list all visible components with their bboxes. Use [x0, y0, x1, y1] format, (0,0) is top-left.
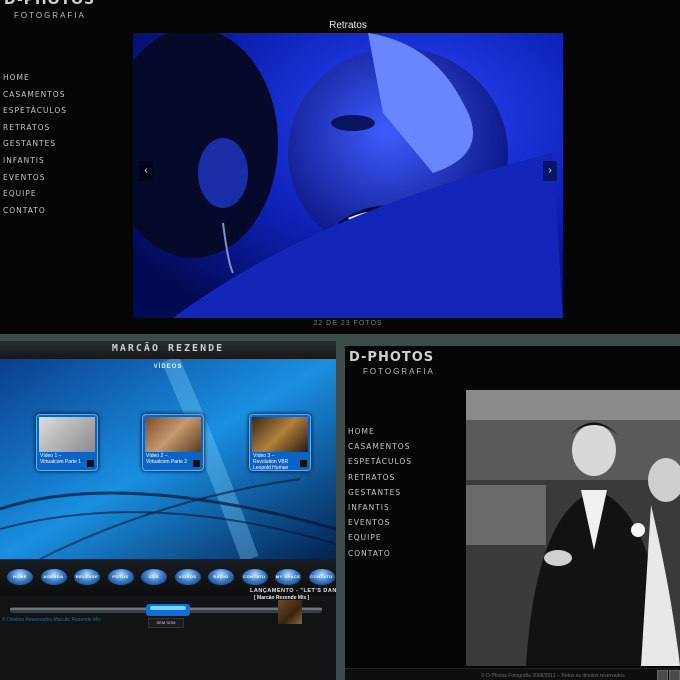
nav-button-label: RÁDIO: [213, 574, 229, 579]
nav-button-label: VÍDEOS: [178, 574, 197, 579]
menu-item[interactable]: CONTATO: [348, 546, 412, 561]
play-icon: [300, 460, 307, 467]
nav-button-label: AGENDA: [43, 574, 64, 579]
nav-button-label: CDS: [149, 574, 159, 579]
menu-icon[interactable]: [669, 670, 680, 680]
bottom-site-panel: D-PHOTOS FOTOGRAFIA HOME CASAMENTOS ESPETÁ…: [345, 346, 680, 680]
play-icon: [193, 460, 200, 467]
site-logo[interactable]: D-PHOTOS: [4, 0, 95, 8]
videos-section-label: VÍDEOS: [153, 364, 183, 370]
nav-button[interactable]: AGENDA: [39, 568, 68, 586]
menu-item[interactable]: RETRATOS: [348, 470, 412, 485]
nav-button[interactable]: CONTATO: [307, 568, 336, 586]
video-caption: Vídeo 3 – Revolution VBR Leopold Human: [253, 453, 289, 471]
nav-button-label: CONTATO: [310, 574, 333, 579]
wedding-photo-image: [466, 390, 680, 666]
menu-item[interactable]: EVENTOS: [3, 170, 67, 187]
release-title: LANÇAMENTO - "LET'S DANCE" - 08: [250, 588, 336, 594]
nav-button[interactable]: HOME: [6, 568, 34, 586]
fullscreen-icon[interactable]: [657, 670, 668, 680]
menu-item[interactable]: EQUIPE: [3, 186, 67, 203]
nav-button[interactable]: FOTOS: [106, 568, 135, 586]
site-logo-subtitle: FOTOGRAFIA: [363, 367, 435, 376]
menu-item[interactable]: HOME: [3, 70, 67, 87]
nav-button[interactable]: RELEASE: [73, 568, 101, 586]
nav-button-label: CONTATO: [243, 574, 266, 579]
video-thumb-1[interactable]: Vídeo 1 – Virtualcom Parte 1: [36, 414, 98, 471]
video-caption: Vídeo 1 – Virtualcom Parte 1: [40, 453, 82, 465]
nav-button-label: MY SPACE: [275, 574, 301, 579]
next-photo-button[interactable]: ›: [543, 161, 557, 181]
nav-button[interactable]: CONTATO: [240, 568, 269, 586]
album-cover[interactable]: [278, 600, 302, 624]
portrait-photo-image: [133, 33, 563, 318]
gallery-photo[interactable]: [466, 390, 680, 666]
nav-button[interactable]: VÍDEOS: [173, 568, 202, 586]
video-thumb-3[interactable]: Vídeo 3 – Revolution VBR Leopold Human: [249, 414, 311, 471]
menu-item[interactable]: HOME: [348, 424, 412, 439]
nav-button-label: FOTOS: [112, 574, 129, 579]
nav-button[interactable]: MY SPACE: [274, 568, 302, 586]
mute-button[interactable]: SEM SOM: [148, 618, 184, 628]
site-logo[interactable]: D-PHOTOS: [349, 350, 434, 365]
top-site-panel: D-PHOTOS FOTOGRAFIA HOME CASAMENTOS ESPETÁ…: [0, 0, 680, 334]
video-thumbnail-image: [145, 417, 201, 452]
menu-item[interactable]: ESPETÁCULOS: [3, 103, 67, 120]
photo-counter: 22 DE 23 FOTOS: [313, 320, 383, 327]
video-thumbnail-image: [252, 417, 308, 452]
video-thumbnail-image: [39, 417, 95, 452]
menu-item[interactable]: INFANTIS: [348, 500, 412, 515]
music-site-panel: MARCÃO REZENDE VÍDEOS Vídeo 1 – Virtualc…: [0, 341, 336, 680]
main-menu: HOME CASAMENTOS ESPETÁCULOS RETRATOS GESTANT…: [348, 424, 412, 561]
menu-item[interactable]: CASAMENTOS: [348, 439, 412, 454]
copyright-text: © D-Photos Fotografia 2008/2011 – Todos …: [481, 673, 625, 679]
previous-photo-button[interactable]: ‹: [139, 161, 153, 181]
nav-button-label: HOME: [13, 574, 27, 579]
video-caption: Vídeo 2 – Virtualcom Parte 2: [146, 453, 188, 465]
nav-button-label: RELEASE: [75, 574, 99, 579]
menu-item[interactable]: EQUIPE: [348, 530, 412, 545]
gallery-photo[interactable]: ‹ ›: [133, 33, 563, 318]
menu-item[interactable]: CASAMENTOS: [3, 87, 67, 104]
play-icon: [87, 460, 94, 467]
main-menu: HOME CASAMENTOS ESPETÁCULOS RETRATOS GESTANT…: [3, 70, 67, 219]
menu-item[interactable]: CONTATO: [3, 203, 67, 220]
nav-button[interactable]: CDS: [140, 568, 168, 586]
gallery-title: Retratos: [329, 20, 367, 31]
nav-button[interactable]: RÁDIO: [207, 568, 235, 586]
video-thumb-2[interactable]: Vídeo 2 – Virtualcom Parte 2: [142, 414, 204, 471]
menu-item[interactable]: INFANTIS: [3, 153, 67, 170]
site-logo-subtitle: FOTOGRAFIA: [14, 11, 86, 20]
menu-item[interactable]: GESTANTES: [348, 485, 412, 500]
site-title: MARCÃO REZENDE: [111, 343, 225, 354]
footer-link[interactable]: © Direitos Reservados Marcão Rezende Mix: [2, 617, 101, 623]
menu-item[interactable]: EVENTOS: [348, 515, 412, 530]
menu-item[interactable]: RETRATOS: [3, 120, 67, 137]
menu-item[interactable]: ESPETÁCULOS: [348, 454, 412, 469]
audio-player-bar[interactable]: [10, 604, 322, 618]
menu-item[interactable]: GESTANTES: [3, 136, 67, 153]
